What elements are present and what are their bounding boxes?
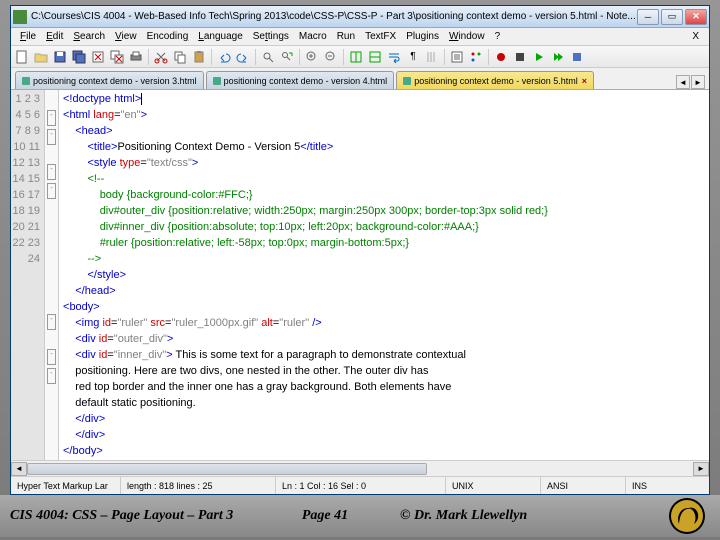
tab-file-3[interactable]: positioning context demo - version 3.htm… xyxy=(15,71,204,89)
window-title: C:\Courses\CIS 4004 - Web-Based Info Tec… xyxy=(31,11,637,22)
footer-course: CIS 4004: CSS – Page Layout – Part 3 xyxy=(10,508,250,524)
footer-page: Page 41 xyxy=(250,508,400,524)
line-numbers: 1 2 3 4 5 6 7 8 9 10 11 12 13 14 15 16 1… xyxy=(11,90,45,460)
open-file-icon[interactable] xyxy=(32,48,50,66)
status-language: Hyper Text Markup Lar xyxy=(11,477,121,494)
close-file-icon[interactable] xyxy=(89,48,107,66)
tab-prev-icon[interactable]: ◄ xyxy=(676,75,690,89)
menu-edit[interactable]: Edit xyxy=(41,31,68,42)
status-bar: Hyper Text Markup Lar length : 818 lines… xyxy=(11,476,709,494)
menu-help[interactable]: ? xyxy=(490,31,506,42)
cut-icon[interactable] xyxy=(152,48,170,66)
ucf-logo-icon xyxy=(664,496,710,536)
slide-footer: CIS 4004: CSS – Page Layout – Part 3 Pag… xyxy=(0,495,720,537)
menu-view[interactable]: View xyxy=(110,31,142,42)
save-all-icon[interactable] xyxy=(70,48,88,66)
menu-run[interactable]: Run xyxy=(332,31,360,42)
scroll-thumb[interactable] xyxy=(27,463,427,475)
tab-next-icon[interactable]: ► xyxy=(691,75,705,89)
status-mode: INS xyxy=(626,477,709,494)
maximize-button[interactable]: ▭ xyxy=(661,9,683,25)
paste-icon[interactable] xyxy=(190,48,208,66)
menu-textfx[interactable]: TextFX xyxy=(360,31,401,42)
sync-h-icon[interactable] xyxy=(366,48,384,66)
redo-icon[interactable] xyxy=(234,48,252,66)
close-button[interactable]: ✕ xyxy=(685,9,707,25)
function-list-icon[interactable] xyxy=(448,48,466,66)
menu-bar: File Edit Search View Encoding Language … xyxy=(11,28,709,46)
new-file-icon[interactable] xyxy=(13,48,31,66)
horizontal-scrollbar[interactable]: ◄ ► xyxy=(11,460,709,476)
save-icon[interactable] xyxy=(51,48,69,66)
menu-macro[interactable]: Macro xyxy=(294,31,332,42)
find-icon[interactable] xyxy=(259,48,277,66)
macro-multi-icon[interactable] xyxy=(549,48,567,66)
macro-record-icon[interactable] xyxy=(492,48,510,66)
app-icon xyxy=(13,10,27,24)
menu-settings[interactable]: Settings xyxy=(248,31,294,42)
status-eol: UNIX xyxy=(446,477,541,494)
macro-stop-icon[interactable] xyxy=(511,48,529,66)
tab-file-4[interactable]: positioning context demo - version 4.htm… xyxy=(206,71,395,89)
menu-x[interactable]: X xyxy=(687,31,705,42)
footer-author: © Dr. Mark Llewellyn xyxy=(400,508,664,524)
scroll-right-icon[interactable]: ► xyxy=(693,462,709,476)
status-position: Ln : 1 Col : 16 Sel : 0 xyxy=(276,477,446,494)
scroll-left-icon[interactable]: ◄ xyxy=(11,462,27,476)
menu-encoding[interactable]: Encoding xyxy=(142,31,194,42)
zoom-in-icon[interactable] xyxy=(303,48,321,66)
zoom-out-icon[interactable] xyxy=(322,48,340,66)
replace-icon[interactable] xyxy=(278,48,296,66)
code-area[interactable]: <!doctype html> <html lang="en"> <head> … xyxy=(59,90,709,460)
show-chars-icon[interactable]: ¶ xyxy=(404,48,422,66)
wrap-icon[interactable] xyxy=(385,48,403,66)
fold-gutter[interactable]: - - - - - - - xyxy=(45,90,59,460)
undo-icon[interactable] xyxy=(215,48,233,66)
minimize-button[interactable]: ─ xyxy=(637,9,659,25)
menu-search[interactable]: Search xyxy=(68,31,110,42)
menu-plugins[interactable]: Plugins xyxy=(401,31,444,42)
indent-guide-icon[interactable] xyxy=(423,48,441,66)
print-icon[interactable] xyxy=(127,48,145,66)
status-length: length : 818 lines : 25 xyxy=(121,477,276,494)
sync-v-icon[interactable] xyxy=(347,48,365,66)
code-editor[interactable]: 1 2 3 4 5 6 7 8 9 10 11 12 13 14 15 16 1… xyxy=(11,90,709,460)
tab-close-icon[interactable]: × xyxy=(582,76,587,86)
title-bar: C:\Courses\CIS 4004 - Web-Based Info Tec… xyxy=(11,6,709,28)
menu-language[interactable]: Language xyxy=(193,31,248,42)
menu-window[interactable]: Window xyxy=(444,31,490,42)
tab-bar: positioning context demo - version 3.htm… xyxy=(11,68,709,90)
close-all-icon[interactable] xyxy=(108,48,126,66)
notepad-plus-plus-window: C:\Courses\CIS 4004 - Web-Based Info Tec… xyxy=(10,5,710,495)
status-encoding: ANSI xyxy=(541,477,626,494)
macro-save-icon[interactable] xyxy=(568,48,586,66)
macro-play-icon[interactable] xyxy=(530,48,548,66)
menu-file[interactable]: File xyxy=(15,31,41,42)
tab-file-5[interactable]: positioning context demo - version 5.htm… xyxy=(396,71,594,89)
folder-tree-icon[interactable] xyxy=(467,48,485,66)
toolbar: ¶ xyxy=(11,46,709,68)
copy-icon[interactable] xyxy=(171,48,189,66)
